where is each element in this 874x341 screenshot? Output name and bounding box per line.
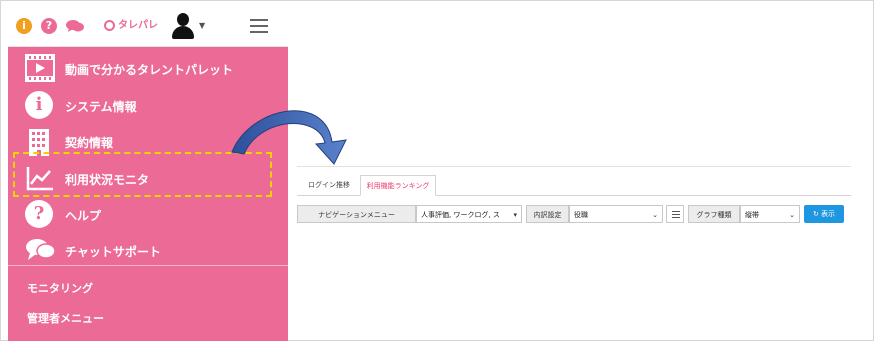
chevron-down-icon: ⌄	[789, 211, 795, 219]
separator	[297, 166, 851, 167]
info-icon[interactable]: i	[16, 18, 32, 34]
breakdown-select[interactable]: 役職 ⌄	[569, 205, 663, 223]
sidebar-item-admin-menu[interactable]: 管理者メニュー	[27, 310, 104, 326]
sidebar-item-label: システム情報	[65, 100, 137, 114]
sidebar-item-label: 契約情報	[65, 136, 114, 150]
chevron-down-icon[interactable]: ▼	[199, 21, 205, 30]
sidebar-item-help[interactable]: ? ヘルプ	[8, 198, 288, 232]
top-bar: i ? タレパレ ▼	[8, 6, 288, 47]
graph-type-select[interactable]: 縦帯 ⌄	[740, 205, 800, 223]
sidebar-item-monitoring[interactable]: モニタリング	[27, 280, 93, 296]
sidebar-item-chat-support[interactable]: チャットサポート	[8, 234, 288, 268]
avatar[interactable]	[171, 13, 195, 39]
sidebar-divider	[8, 265, 288, 266]
sidebar-item-label: チャットサポート	[65, 245, 161, 259]
info-icon: i	[25, 91, 55, 121]
refresh-icon: ↻	[812, 210, 819, 218]
curved-arrow-icon	[231, 110, 347, 165]
list-icon[interactable]	[666, 205, 684, 223]
nav-menu-select[interactable]: 人事評価, ワークログ, ス ▾	[416, 205, 522, 223]
tab-bar: ログイン推移 利用機能ランキング	[297, 175, 851, 196]
chat-icon	[25, 236, 56, 266]
chat-icon[interactable]	[66, 18, 84, 32]
brand-logo[interactable]: タレパレ	[104, 18, 158, 34]
video-icon	[25, 54, 55, 84]
chevron-down-icon: ⌄	[652, 211, 658, 219]
sidebar-item-label: 動画で分かるタレントパレット	[65, 63, 234, 77]
show-button[interactable]: ↻ 表示	[804, 205, 844, 223]
tab-login-trend[interactable]: ログイン推移	[303, 175, 355, 195]
sidebar-item-video[interactable]: 動画で分かるタレントパレット	[8, 52, 288, 86]
help-icon: ?	[25, 200, 55, 230]
tab-feature-ranking[interactable]: 利用機能ランキング	[360, 175, 436, 196]
help-icon[interactable]: ?	[41, 18, 57, 34]
graph-type-label: グラフ種類	[688, 205, 740, 223]
breakdown-label: 内訳設定	[526, 205, 569, 223]
nav-menu-label: ナビゲーションメニュー	[297, 205, 416, 223]
hamburger-menu-icon[interactable]	[250, 19, 268, 33]
sidebar-item-label: ヘルプ	[65, 209, 102, 223]
chevron-down-icon: ▾	[513, 211, 517, 219]
